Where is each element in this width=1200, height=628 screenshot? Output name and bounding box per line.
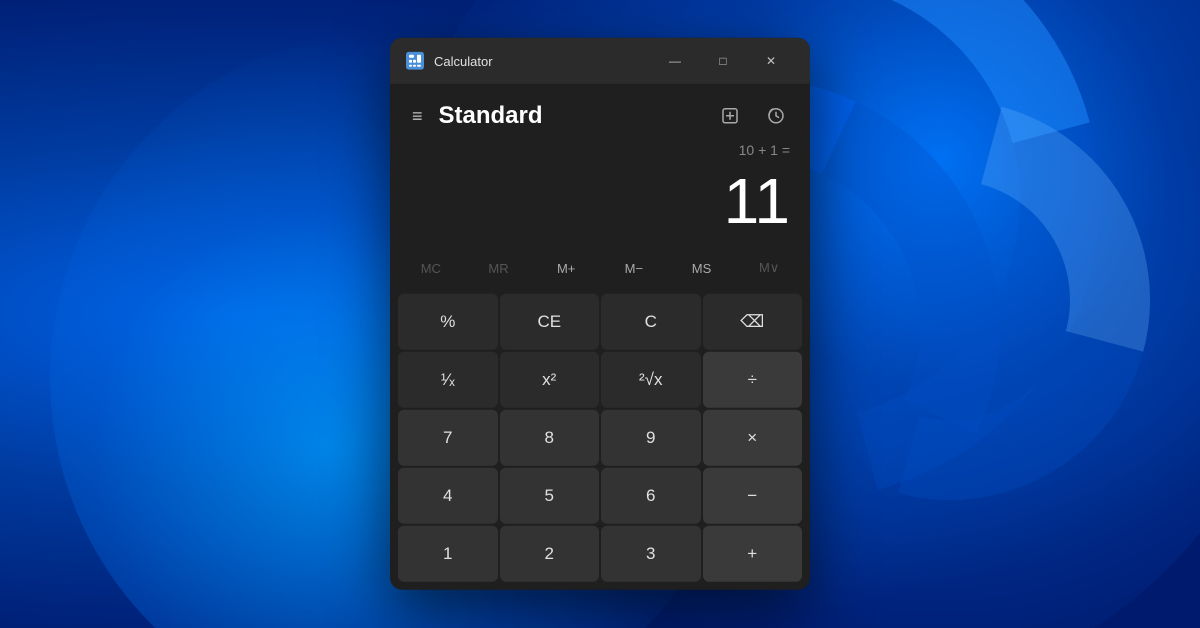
close-button[interactable]: ✕ [748,45,794,77]
button-__x[interactable]: ²√x [601,352,701,408]
button-8[interactable]: 8 [500,410,600,466]
button-ce[interactable]: CE [500,294,600,350]
button-_[interactable]: % [398,294,498,350]
window-controls: — □ ✕ [652,45,794,77]
button-_[interactable]: − [703,468,803,524]
button-c[interactable]: C [601,294,701,350]
history-button[interactable] [758,98,794,134]
button-5[interactable]: 5 [500,468,600,524]
button-_[interactable]: × [703,410,803,466]
button-7[interactable]: 7 [398,410,498,466]
button-_[interactable]: ⌫ [703,294,803,350]
memory-button-Mminus[interactable]: M− [601,250,667,286]
memory-row: MCMRM+M−MSM∨ [390,246,810,292]
button-___[interactable]: ¹⁄ₓ [398,352,498,408]
button-6[interactable]: 6 [601,468,701,524]
button-grid: %CEC⌫ ¹⁄ₓx²²√x÷ 789× 456− 123+ [390,292,810,590]
calc-display: 10 + 1 = 11 [390,142,810,246]
button-1[interactable]: 1 [398,526,498,582]
memory-button-MC: MC [398,250,464,286]
maximize-button[interactable]: □ [700,45,746,77]
button-3[interactable]: 3 [601,526,701,582]
memory-button-MR: MR [466,250,532,286]
title-bar: Calculator — □ ✕ [390,38,810,84]
expression: 10 + 1 = [410,142,790,164]
memory-button-Mplus[interactable]: M+ [533,250,599,286]
calc-header: ≡ Standard [390,84,810,142]
memory-button-Mv: M∨ [736,250,802,286]
result: 11 [410,166,790,236]
mode-title: Standard [439,102,702,130]
button-x_[interactable]: x² [500,352,600,408]
keep-on-top-button[interactable] [712,98,748,134]
memory-button-MS[interactable]: MS [669,250,735,286]
button-2[interactable]: 2 [500,526,600,582]
button-_[interactable]: + [703,526,803,582]
button-9[interactable]: 9 [601,410,701,466]
calculator-window: Calculator — □ ✕ ≡ Standard [390,38,810,590]
menu-button[interactable]: ≡ [406,99,429,132]
app-icon [406,52,424,70]
calc-body: ≡ Standard 10 + 1 = 11 [390,84,810,590]
window-title: Calculator [434,53,652,68]
minimize-button[interactable]: — [652,45,698,77]
button-4[interactable]: 4 [398,468,498,524]
button-_[interactable]: ÷ [703,352,803,408]
